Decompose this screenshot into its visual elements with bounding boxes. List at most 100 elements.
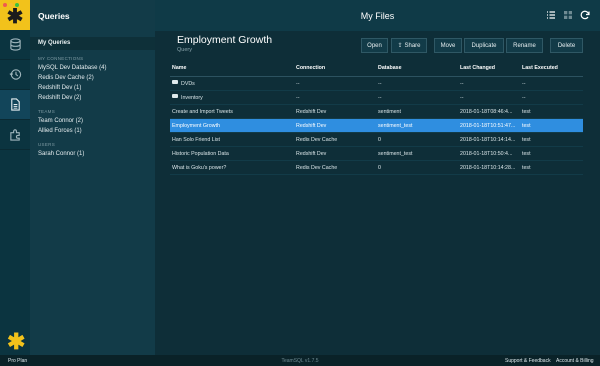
file-name: Inventory [181,94,203,101]
icon-rail: ✱ ✱ [0,0,30,355]
sidebar-item-connection[interactable]: MySQL Dev Database (4) [30,63,155,73]
cell-name: Create and Import Tweets [170,104,294,119]
open-button[interactable]: Open [361,38,388,53]
cell-last-changed: 2018-01-18T10:14:14... [458,132,520,147]
cell-last-executed: test [520,104,583,119]
sidebar-item-connection[interactable]: Redshift Dev (1) [30,83,155,93]
section-label-teams: TEAMS [38,109,56,114]
sidebar-item-my-queries[interactable]: My Queries [30,37,155,50]
sidebar-item-connection[interactable]: Redis Dev Cache (2) [30,73,155,83]
cell-name: Historic Population Data [170,146,294,161]
cell-name: DVDs [170,76,294,91]
column-header-name[interactable]: Name [170,60,294,77]
file-name: DVDs [181,80,195,87]
cell-last-executed: -- [520,90,583,105]
delete-button[interactable]: Delete [550,38,583,53]
minimize-window-icon[interactable] [9,3,13,7]
sidebar-item-team[interactable]: Team Connor (2) [30,116,155,126]
open-button-label: Open [367,42,382,49]
cell-name: What is Goku's power? [170,160,294,175]
cell-last-changed: -- [458,76,520,91]
rail-plugins[interactable] [0,120,30,150]
table-row[interactable]: Inventory -- -- -- -- [170,90,583,105]
cell-last-executed: -- [520,76,583,91]
table-row[interactable]: What is Goku's power? Redis Dev Cache 0 … [170,160,583,175]
cell-last-executed: test [520,160,583,175]
cell-database: -- [376,76,458,91]
rail-history[interactable] [0,60,30,90]
sidebar: Queries My Queries MY CONNECTIONS MySQL … [30,0,155,355]
share-button[interactable]: ⇪ Share [391,38,427,53]
puzzle-icon [9,129,20,141]
refresh-icon[interactable] [580,10,590,20]
header: My Files [155,0,600,31]
folder-icon [172,94,178,99]
table-row[interactable]: Historic Population Data Redshift Dev se… [170,146,583,161]
sidebar-item-user[interactable]: Sarah Connor (1) [30,149,155,159]
column-header-last-executed[interactable]: Last Executed [520,60,583,77]
share-icon: ⇪ [397,43,403,49]
cell-database: 0 [376,160,458,175]
cell-last-changed: 2018-01-18T08:46:4... [458,104,520,119]
cell-connection: Redis Dev Cache [294,132,376,147]
table-row[interactable]: Create and Import Tweets Redshift Dev se… [170,104,583,119]
files-table: Name Connection Database Last Changed La… [170,60,583,175]
cell-last-changed: 2018-01-18T10:51:47... [458,118,520,133]
list-view-icon[interactable] [546,10,556,20]
cell-name: Employment Growth [170,118,294,133]
section-label-connections: MY CONNECTIONS [38,56,84,61]
query-type: Query [177,47,192,53]
table-row[interactable]: DVDs -- -- -- -- [170,76,583,91]
sidebar-item-team[interactable]: Allied Forces (1) [30,126,155,136]
cell-database: sentiment_test [376,146,458,161]
query-title: Employment Growth [177,34,273,46]
cell-connection: Redshift Dev [294,104,376,119]
document-icon [10,98,20,111]
cell-connection: -- [294,76,376,91]
cell-last-changed: 2018-01-18T10:14:28... [458,160,520,175]
maximize-window-icon[interactable] [15,3,19,7]
sidebar-item-connection[interactable]: Redshift Dev (2) [30,93,155,103]
app-logo: ✱ [0,0,30,30]
status-bar: Pro Plan TeamSQL v1.7.5 Support & Feedba… [0,355,600,366]
duplicate-button-label: Duplicate [471,42,497,49]
table-row[interactable]: Han Solo Friend List Redis Dev Cache 0 2… [170,132,583,147]
table-header: Name Connection Database Last Changed La… [170,60,583,77]
rail-connections[interactable] [0,30,30,60]
cell-connection: Redshift Dev [294,118,376,133]
cell-database: 0 [376,132,458,147]
column-header-database[interactable]: Database [376,60,458,77]
cell-name: Han Solo Friend List [170,132,294,147]
grid-view-icon[interactable] [563,10,573,20]
support-link[interactable]: Support & Feedback [505,358,551,364]
rename-button[interactable]: Rename [506,38,543,53]
delete-button-label: Delete [557,42,576,49]
teamsql-logo-icon: ✱ [6,6,24,28]
main-panel: My Files Employment Growth Query Open ⇪ S… [155,0,600,355]
cell-last-changed: -- [458,90,520,105]
table-row-selected[interactable]: Employment Growth Redshift Dev sentiment… [170,118,583,133]
rename-button-label: Rename [513,42,536,49]
account-link[interactable]: Account & Billing [556,358,594,364]
history-icon [9,69,21,80]
page-title: My Files [360,10,395,21]
cell-database: sentiment [376,104,458,119]
column-header-last-changed[interactable]: Last Changed [458,60,520,77]
cell-last-executed: test [520,146,583,161]
move-button-label: Move [440,42,456,49]
cell-database: -- [376,90,458,105]
close-window-icon[interactable] [3,3,7,7]
teamsql-star-icon: ✱ [7,329,26,354]
share-button-label: Share [404,42,421,49]
cell-last-executed: test [520,132,583,147]
move-button[interactable]: Move [434,38,462,53]
rail-queries[interactable] [0,90,30,120]
folder-icon [172,80,178,85]
duplicate-button[interactable]: Duplicate [464,38,504,53]
cell-database: sentiment_test [376,118,458,133]
database-icon [9,38,21,51]
cell-connection: Redis Dev Cache [294,160,376,175]
section-label-users: USERS [38,142,56,147]
column-header-connection[interactable]: Connection [294,60,376,77]
cell-last-changed: 2018-01-18T10:50:4... [458,146,520,161]
